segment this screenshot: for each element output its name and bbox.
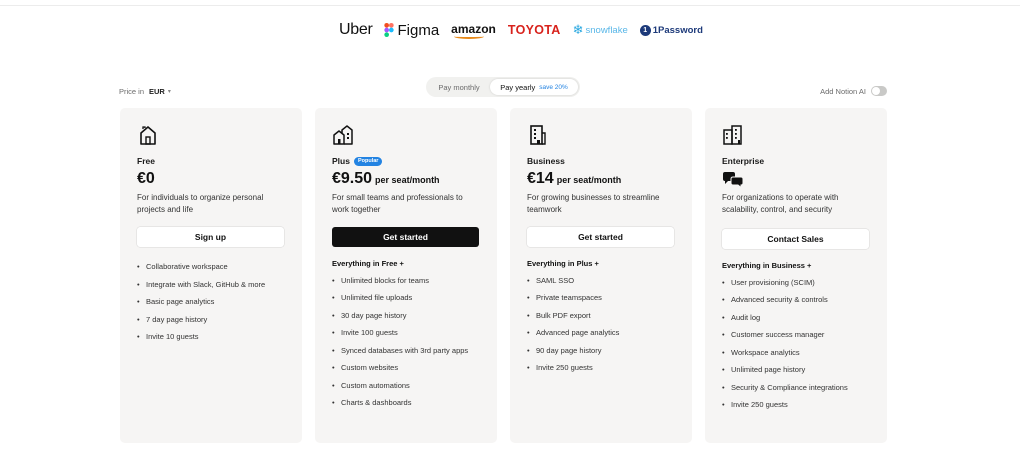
notion-ai-toggle[interactable] (871, 86, 887, 96)
billing-period-toggle: Pay monthly Pay yearly save 20% (426, 77, 580, 97)
includes-heading: Everything in Free + (332, 259, 404, 268)
price-row: €9.50 per seat/month (332, 170, 480, 190)
plan-name: Business (527, 155, 675, 167)
plan-price: €0 (137, 170, 155, 187)
sign-up-button[interactable]: Sign up (137, 227, 284, 247)
plan-description: For growing businesses to streamline tea… (527, 193, 660, 214)
contact-sales-button[interactable]: Contact Sales (722, 229, 869, 249)
skyscrapers-icon (722, 124, 744, 146)
list-item: Advanced security & controls (722, 294, 870, 305)
list-item: Audit log (722, 312, 870, 323)
list-item: 30 day page history (332, 310, 480, 321)
includes-heading: Everything in Plus + (527, 259, 599, 268)
figma-logo: Figma (384, 22, 439, 39)
plan-name: Plus Popular (332, 155, 480, 167)
amazon-logo: amazon (451, 22, 496, 39)
plan-description: For small teams and professionals to wor… (332, 193, 463, 214)
list-item: Security & Compliance integrations (722, 382, 870, 393)
notion-ai-label: Add Notion AI (820, 86, 866, 96)
plan-name-text: Business (527, 156, 565, 166)
includes-heading: Everything in Business + (722, 261, 812, 270)
list-item: Custom automations (332, 380, 480, 391)
figma-icon (384, 23, 395, 37)
list-item: Customer success manager (722, 329, 870, 340)
chat-bubbles-icon (722, 170, 870, 190)
plan-name: Enterprise (722, 155, 870, 167)
plan-card-business: Business €14 per seat/month For growing … (510, 108, 692, 443)
plan-price: €9.50 (332, 170, 373, 187)
list-item: Private teamspaces (527, 292, 675, 303)
plan-card-plus: Plus Popular €9.50 per seat/month For sm… (315, 108, 497, 443)
list-item: Invite 250 guests (527, 362, 675, 373)
uber-logo: Uber (339, 21, 373, 38)
price-row: €14 per seat/month (527, 170, 675, 190)
plan-price: €14 (527, 170, 554, 187)
list-item: Invite 10 guests (137, 331, 285, 342)
plan-description: For organizations to operate with scalab… (722, 193, 839, 214)
amazon-smile-icon (454, 34, 485, 39)
list-item: Invite 250 guests (722, 399, 870, 410)
plan-name-text: Free (137, 156, 155, 166)
list-item: Collaborative workspace (137, 261, 285, 272)
house-icon (137, 124, 159, 146)
pay-yearly-option[interactable]: Pay yearly save 20% (490, 79, 578, 95)
pay-yearly-label: Pay yearly (500, 82, 536, 92)
toggle-knob (872, 87, 880, 95)
price-row: €0 (137, 170, 285, 190)
plan-card-free: Free €0 For individuals to organize pers… (120, 108, 302, 443)
list-item: User provisioning (SCIM) (722, 277, 870, 288)
list-item: Workspace analytics (722, 347, 870, 358)
pay-monthly-label: Pay monthly (438, 82, 480, 92)
get-started-button[interactable]: Get started (332, 227, 479, 247)
notion-ai-addon: Add Notion AI (820, 86, 887, 96)
plan-name-text: Plus (332, 156, 350, 166)
pay-monthly-option[interactable]: Pay monthly (428, 79, 490, 95)
chevron-down-icon: ▾ (167, 89, 171, 95)
figma-wordmark: Figma (397, 21, 440, 39)
price-period: per seat/month (556, 175, 622, 185)
list-item: Synced databases with 3rd party apps (332, 345, 480, 356)
toyota-logo: TOYOTA (507, 23, 561, 37)
snowflake-wordmark: snowflake (585, 24, 628, 36)
list-item: Bulk PDF export (527, 310, 675, 321)
onepassword-logo: 1 1Password (639, 24, 703, 36)
building-icon (527, 124, 549, 146)
feature-list: Unlimited blocks for teams Unlimited fil… (332, 275, 480, 409)
plan-description: For individuals to organize personal pro… (137, 193, 264, 214)
list-item: Invite 100 guests (332, 327, 480, 338)
list-item: 7 day page history (137, 314, 285, 325)
currency-value[interactable]: EUR (149, 87, 165, 96)
plan-name: Free (137, 155, 285, 167)
snowflake-logo: ❄ snowflake (573, 22, 628, 38)
list-item: SAML SSO (527, 275, 675, 286)
list-item: Basic page analytics (137, 296, 285, 307)
plan-name-text: Enterprise (722, 156, 765, 166)
list-item: Advanced page analytics (527, 327, 675, 338)
onepassword-icon: 1 (639, 24, 651, 36)
list-item: Unlimited page history (722, 364, 870, 375)
price-period: per seat/month (375, 175, 440, 185)
feature-list: User provisioning (SCIM) Advanced securi… (722, 277, 870, 411)
feature-list: Collaborative workspace Integrate with S… (137, 261, 285, 342)
list-item: Unlimited file uploads (332, 292, 480, 303)
feature-list: SAML SSO Private teamspaces Bulk PDF exp… (527, 275, 675, 374)
currency-selector[interactable]: Price in EUR ▾ (119, 87, 171, 96)
onepassword-wordmark: 1Password (652, 24, 703, 36)
yearly-discount-label: save 20% (539, 83, 568, 91)
list-item: 90 day page history (527, 345, 675, 356)
plan-card-enterprise: Enterprise For organizations to operate … (705, 108, 887, 443)
popular-badge: Popular (353, 156, 383, 166)
houses-icon (332, 124, 354, 146)
customer-logos: Uber Figma amazon TOYOTA ❄ snowflake 1 1… (339, 20, 715, 40)
top-divider (0, 0, 1020, 6)
list-item: Custom websites (332, 362, 480, 373)
list-item: Charts & dashboards (332, 397, 480, 408)
price-in-label: Price in (119, 87, 145, 96)
list-item: Unlimited blocks for teams (332, 275, 480, 286)
list-item: Integrate with Slack, GitHub & more (137, 279, 285, 290)
snowflake-icon: ❄ (572, 22, 584, 37)
get-started-button[interactable]: Get started (527, 227, 674, 247)
